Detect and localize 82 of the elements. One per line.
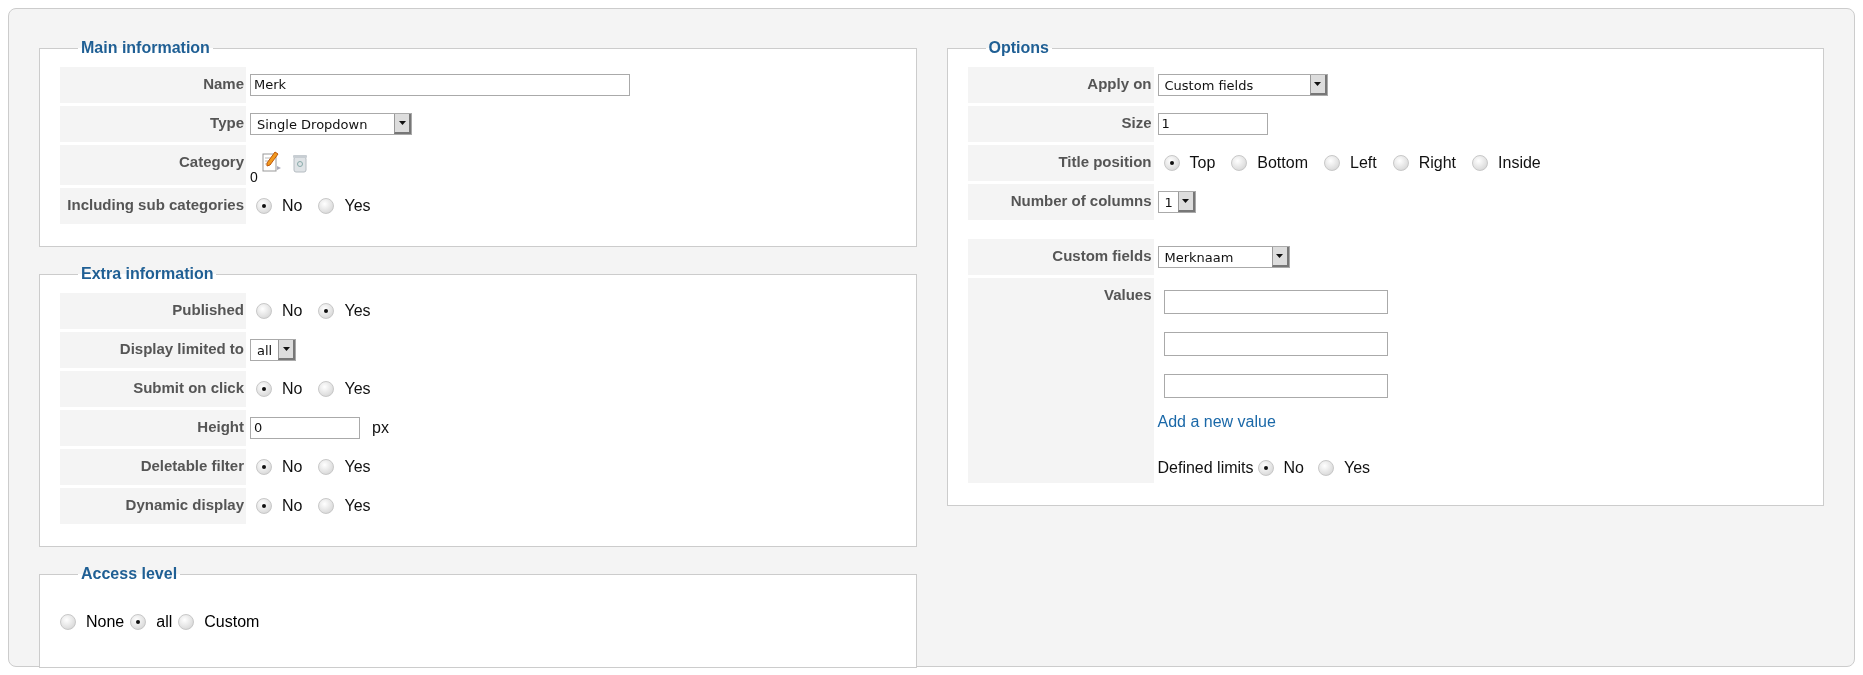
section-title: Options [987, 39, 1050, 57]
field-label: Display limited to [119, 340, 244, 357]
field-label: Apply on [1087, 75, 1152, 92]
radio-label[interactable]: Yes [344, 458, 371, 476]
radio-button[interactable] [1257, 460, 1274, 476]
value-field[interactable] [1163, 332, 1388, 356]
radio-label[interactable]: Right [1418, 154, 1457, 172]
radio-label[interactable]: Yes [344, 497, 371, 515]
radio-button[interactable] [1472, 155, 1489, 171]
radio-button[interactable] [1324, 155, 1340, 171]
field-label: Size [1121, 114, 1152, 131]
radio-button[interactable] [1392, 155, 1409, 171]
text-field[interactable]: Merk [250, 74, 630, 96]
caret-icon [1177, 192, 1195, 212]
dropdown[interactable]: Merknaam [1157, 246, 1290, 268]
value-field[interactable] [1163, 374, 1388, 398]
section-title: Access level [80, 565, 179, 583]
radio-label[interactable]: Yes [344, 380, 371, 398]
field-label: Published [172, 301, 244, 318]
field-label: Title position [1058, 153, 1152, 170]
caret-icon [278, 340, 295, 360]
value-field[interactable] [1163, 290, 1388, 314]
radio-button[interactable] [130, 614, 147, 630]
radio-label[interactable]: No [1283, 459, 1304, 477]
radio-button[interactable] [256, 198, 272, 214]
radio-button[interactable] [318, 381, 335, 397]
radio-button[interactable] [256, 459, 272, 475]
category-count: 0 [250, 169, 258, 185]
radio-button[interactable] [1231, 155, 1248, 171]
radio-label[interactable]: Left [1350, 154, 1377, 172]
dropdown[interactable]: Custom fields [1157, 74, 1328, 96]
field-label: Category [178, 153, 244, 170]
pencil-paper-icon[interactable] [262, 151, 282, 173]
radio-button[interactable] [256, 303, 272, 319]
radio-label[interactable]: all [156, 613, 173, 631]
radio-button[interactable] [318, 198, 335, 214]
unit-label: px [372, 419, 389, 437]
radio-label[interactable]: No [282, 458, 303, 476]
section-title: Extra information [80, 265, 215, 283]
add-value-link[interactable]: Add a new value [1157, 413, 1276, 431]
radio-label[interactable]: Inside [1498, 154, 1541, 172]
radio-label[interactable]: Yes [344, 197, 371, 215]
field-label: Name [203, 75, 244, 92]
section-title: Main information [80, 39, 211, 57]
radio-button[interactable] [1318, 460, 1334, 476]
radio-button[interactable] [256, 381, 272, 397]
radio-label[interactable]: No [282, 302, 303, 320]
radio-button[interactable] [318, 303, 335, 319]
radio-label[interactable]: Yes [344, 302, 371, 320]
radio-label[interactable]: None [86, 613, 125, 631]
radio-label[interactable]: Custom [204, 613, 260, 631]
dropdown[interactable]: Single Dropdown [250, 113, 412, 135]
field-label: Number of columns [1010, 192, 1152, 209]
radio-button[interactable] [60, 614, 76, 630]
field-label: Height [197, 418, 244, 435]
dropdown[interactable]: all [250, 339, 296, 361]
field-label: Custom fields [1052, 247, 1152, 264]
field-label: Dynamic display [125, 496, 244, 513]
radio-button[interactable] [256, 498, 272, 514]
radio-label[interactable]: No [282, 197, 303, 215]
caret-icon [1271, 247, 1289, 267]
radio-button[interactable] [1163, 155, 1180, 171]
field-label: Type [210, 114, 244, 131]
defined-limits-label: Defined limits [1157, 459, 1254, 477]
text-field[interactable]: 1 [1157, 113, 1268, 135]
dropdown[interactable]: 1 [1157, 191, 1196, 213]
radio-label[interactable]: No [282, 497, 303, 515]
field-label: Deletable filter [140, 457, 244, 474]
radio-label[interactable]: No [282, 380, 303, 398]
radio-button[interactable] [318, 498, 335, 514]
caret-icon [1309, 75, 1327, 95]
radio-label[interactable]: Top [1189, 154, 1216, 172]
radio-label[interactable]: Bottom [1257, 154, 1308, 172]
radio-label[interactable]: Yes [1344, 459, 1371, 477]
text-field[interactable]: 0 [250, 417, 360, 439]
field-label: Submit on click [133, 379, 244, 396]
field-label: Including sub categories [67, 196, 244, 213]
trash-icon[interactable] [292, 153, 308, 173]
radio-button[interactable] [318, 459, 335, 475]
radio-button[interactable] [178, 614, 195, 630]
caret-icon [394, 114, 411, 134]
field-label: Values [1103, 286, 1152, 303]
